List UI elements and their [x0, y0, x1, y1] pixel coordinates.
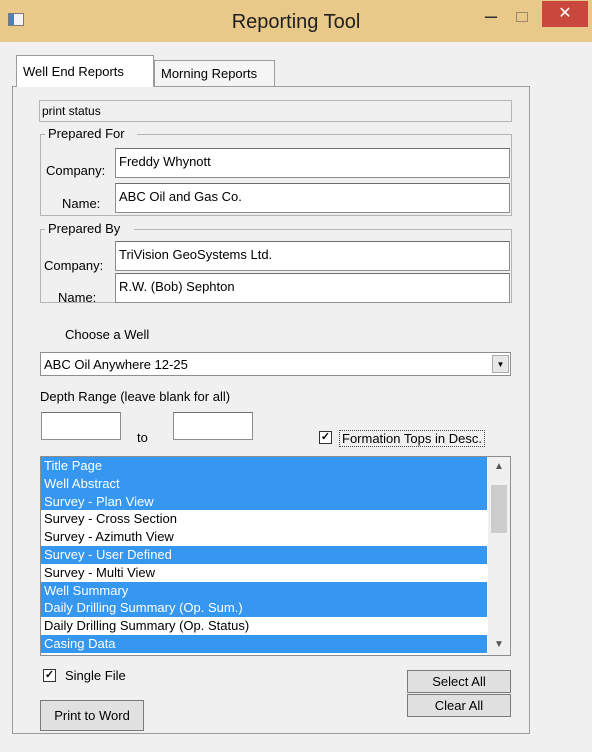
choose-well-label: Choose a Well	[65, 327, 150, 342]
minimize-icon[interactable]: –	[481, 5, 501, 27]
scroll-up-icon[interactable]: ▲	[488, 458, 510, 476]
select-all-button[interactable]: Select All	[407, 670, 511, 693]
depth-from-field[interactable]	[41, 412, 121, 440]
well-select[interactable]: ABC Oil Anywhere 12-25 ▼	[40, 352, 511, 376]
prepared-by-company-field[interactable]: TriVision GeoSystems Ltd.	[115, 241, 510, 271]
list-item[interactable]: Survey - Cross Section	[41, 510, 487, 528]
scroll-down-icon[interactable]: ▼	[488, 636, 510, 654]
prepared-for-company-label: Company:	[46, 163, 106, 178]
dropdown-arrow-icon[interactable]: ▼	[492, 355, 509, 373]
report-list[interactable]: Title Page Well Abstract Survey - Plan Vie…	[40, 456, 511, 656]
list-item[interactable]: Survey - User Defined	[41, 545, 487, 564]
prepared-for-name-label: Name:	[62, 196, 101, 211]
list-item[interactable]: Title Page	[41, 457, 487, 475]
list-item[interactable]: Survey - Azimuth View	[41, 528, 487, 546]
clear-all-button[interactable]: Clear All	[407, 694, 511, 717]
formation-tops-checkbox[interactable]: ✓	[319, 431, 332, 444]
prepared-by-name-label: Name:	[58, 290, 97, 305]
print-to-word-button[interactable]: Print to Word	[40, 700, 144, 731]
prepared-by-legend: Prepared By	[46, 221, 123, 236]
close-icon[interactable]: ✕	[542, 1, 588, 27]
scroll-thumb[interactable]	[491, 485, 507, 533]
well-select-value: ABC Oil Anywhere 12-25	[44, 357, 188, 372]
formation-tops-label[interactable]: Formation Tops in Desc.	[339, 430, 485, 447]
list-item[interactable]: Daily Drilling Summary (Op. Sum.)	[41, 599, 487, 618]
depth-to-label: to	[137, 430, 148, 445]
list-item[interactable]: Casing Data	[41, 634, 487, 653]
single-file-checkbox[interactable]: ✓	[43, 669, 56, 682]
single-file-label[interactable]: Single File	[65, 668, 126, 683]
prepared-for-legend: Prepared For	[46, 126, 127, 141]
prepared-by-company-label: Company:	[44, 258, 104, 273]
prepared-by-name-field[interactable]: R.W. (Bob) Sephton	[115, 273, 510, 303]
depth-to-field[interactable]	[173, 412, 253, 440]
list-item[interactable]: Well Summary	[41, 581, 487, 600]
list-item[interactable]: Daily Drilling Summary (Op. Status)	[41, 617, 487, 635]
tab-morning-reports[interactable]: Morning Reports	[154, 60, 275, 87]
list-item[interactable]: Survey - Plan View	[41, 492, 487, 511]
list-scrollbar[interactable]: ▲ ▼	[488, 457, 510, 655]
prepared-for-name-field[interactable]: ABC Oil and Gas Co.	[115, 183, 510, 213]
list-item[interactable]: Survey - Multi View	[41, 564, 487, 582]
tab-well-end-reports[interactable]: Well End Reports	[16, 55, 154, 87]
prepared-for-company-field[interactable]: Freddy Whynott	[115, 148, 510, 178]
list-item[interactable]: Well Abstract	[41, 474, 487, 493]
print-status: print status	[39, 100, 512, 122]
depth-range-label: Depth Range (leave blank for all)	[40, 389, 231, 404]
title-bar: Reporting Tool – ✕	[0, 0, 592, 42]
window-title: Reporting Tool	[231, 11, 361, 33]
list-item[interactable]: Casing Summary	[41, 653, 487, 655]
maximize-icon[interactable]	[516, 12, 528, 22]
